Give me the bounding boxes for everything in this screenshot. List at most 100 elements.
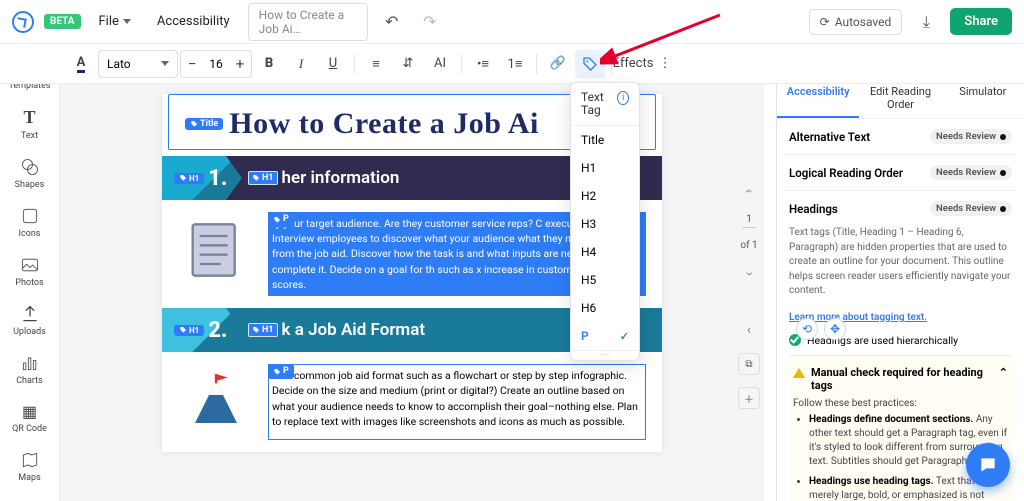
move-handle[interactable]: ✥ xyxy=(824,318,846,340)
warning-icon xyxy=(793,368,805,378)
tab-reading-order[interactable]: Edit Reading Order xyxy=(859,79,941,118)
photos-icon xyxy=(20,255,40,275)
bullet-list-button[interactable]: •≡ xyxy=(468,50,498,78)
copy-page-button[interactable]: ⧉ xyxy=(738,353,760,375)
tag-option-p[interactable]: P xyxy=(571,322,639,350)
nav-label: Charts xyxy=(16,376,43,386)
shapes-icon xyxy=(20,157,40,177)
nav-qrcode[interactable]: ▦QR Code xyxy=(0,394,59,442)
tag-option-title[interactable]: Title xyxy=(571,126,639,154)
bullet-strong: Headings use heading tags. xyxy=(809,476,934,487)
file-menu[interactable]: File xyxy=(91,8,139,35)
step1-number: H11. xyxy=(162,156,242,200)
step1-illustration xyxy=(178,212,254,288)
tag-option-h2[interactable]: H2 xyxy=(571,182,639,210)
step2-text: se a common job aid format such as a flo… xyxy=(272,369,638,428)
letter-spacing-button[interactable]: AI xyxy=(425,50,455,78)
accessibility-menu[interactable]: Accessibility xyxy=(149,8,238,35)
tag-pill-h1: H1 xyxy=(248,323,278,337)
link-button[interactable]: 🔗 xyxy=(543,50,573,78)
tag-pill-h1: H1 xyxy=(174,325,204,336)
canvas-area[interactable]: Title How to Create a Job Ai H11. H1her … xyxy=(60,84,764,501)
tag-option-h4[interactable]: H4 xyxy=(571,238,639,266)
step1-title[interactable]: H1her information xyxy=(248,168,399,188)
nav-uploads[interactable]: Uploads xyxy=(0,296,59,345)
info-icon[interactable]: i xyxy=(617,91,629,105)
share-button[interactable]: Share xyxy=(950,8,1012,35)
undo-button[interactable]: ↶ xyxy=(378,8,406,36)
numbered-list-button[interactable]: 1≡ xyxy=(500,50,530,78)
chat-button[interactable] xyxy=(966,443,1010,487)
bold-button[interactable]: B xyxy=(254,50,284,78)
tag-option-h3[interactable]: H3 xyxy=(571,210,639,238)
nav-charts[interactable]: Charts xyxy=(0,345,59,394)
font-family-select[interactable]: Lato xyxy=(98,50,178,78)
add-page-button[interactable]: ＋ xyxy=(738,387,760,409)
text-icon: T xyxy=(23,107,35,128)
step2-illustration xyxy=(178,364,254,440)
status-needs-review: Needs Review xyxy=(930,165,1012,180)
app-logo[interactable] xyxy=(12,11,34,33)
text-color-button[interactable]: A xyxy=(66,50,96,78)
doc-title-text[interactable]: How to Create a Job Ai xyxy=(229,107,539,141)
line-spacing-button[interactable]: ⇵ xyxy=(393,50,423,78)
font-size-group: − 16 + xyxy=(180,50,252,78)
row-alt-text[interactable]: Alternative Text Needs Review xyxy=(785,119,1016,155)
collapse-rail[interactable] xyxy=(738,319,760,341)
page-up[interactable] xyxy=(738,180,760,202)
tag-option-h1[interactable]: H1 xyxy=(571,154,639,182)
underline-button[interactable]: U xyxy=(318,50,348,78)
step2-number: H12. xyxy=(162,308,242,352)
italic-button[interactable]: I xyxy=(286,50,316,78)
document-name-input[interactable]: How to Create a Job Ai… xyxy=(248,3,368,41)
document-icon xyxy=(181,215,251,285)
nav-icons[interactable]: Icons xyxy=(0,198,59,247)
nav-photos[interactable]: Photos xyxy=(0,247,59,296)
page-down[interactable] xyxy=(738,263,760,285)
tab-simulator[interactable]: Simulator xyxy=(942,79,1024,118)
tag-pill-title: Title xyxy=(185,118,223,130)
align-button[interactable]: ≡ xyxy=(361,50,391,78)
headings-description: Text tags (Title, Heading 1 – Heading 6,… xyxy=(789,226,1012,299)
autosave-status: ⟳Autosaved xyxy=(809,9,903,35)
selection-float-controls: ⟲ ✥ xyxy=(796,318,846,340)
autosave-label: Autosaved xyxy=(835,15,892,29)
dropdown-resize-handle[interactable]: ⋯ xyxy=(571,350,639,360)
step2-title[interactable]: H1k a Job Aid Format xyxy=(248,320,425,340)
font-family-label: Lato xyxy=(107,57,131,71)
row-reading-order[interactable]: Logical Reading Order Needs Review xyxy=(785,155,1016,191)
tag-pill-h1: H1 xyxy=(248,171,278,185)
nav-label: Shapes xyxy=(15,180,45,190)
tag-option-h5[interactable]: H5 xyxy=(571,266,639,294)
tag-pill-h1: H1 xyxy=(174,173,204,184)
download-button[interactable]: ⤓ xyxy=(912,8,940,36)
font-size-value[interactable]: 16 xyxy=(203,57,229,71)
step2-body: P se a common job aid format such as a f… xyxy=(162,352,662,452)
step2-paragraph[interactable]: P se a common job aid format such as a f… xyxy=(268,364,646,440)
redo-button[interactable]: ↷ xyxy=(416,8,444,36)
row-label: Logical Reading Order xyxy=(789,166,903,180)
collapse-warning[interactable]: ⌃ xyxy=(999,366,1008,379)
row-label: Headings xyxy=(789,202,838,216)
text-tag-dropdown: Text Tag i Title H1 H2 H3 H4 H5 H6 P ⋯ xyxy=(570,82,640,361)
status-needs-review: Needs Review xyxy=(930,201,1012,216)
dropdown-header: Text Tag i xyxy=(571,83,639,126)
qr-icon: ▦ xyxy=(22,402,37,421)
bullet-strong: Headings define document sections. xyxy=(809,414,973,425)
warning-title: Manual check required for heading tags xyxy=(811,366,993,392)
font-size-decrease[interactable]: − xyxy=(181,50,203,78)
file-label: File xyxy=(99,14,119,29)
dropdown-title: Text Tag xyxy=(581,91,617,117)
font-size-increase[interactable]: + xyxy=(229,50,251,78)
refresh-handle[interactable]: ⟲ xyxy=(796,318,818,340)
page-navigation-rail: 1 of 1 ⧉ ＋ xyxy=(734,180,764,409)
nav-shapes[interactable]: Shapes xyxy=(0,149,59,198)
tag-option-h6[interactable]: H6 xyxy=(571,294,639,322)
beta-badge: BETA xyxy=(44,14,81,29)
tag-pill-p: P xyxy=(268,364,294,379)
nav-maps[interactable]: Maps xyxy=(0,442,59,491)
tab-accessibility[interactable]: Accessibility xyxy=(777,79,859,118)
nav-text[interactable]: TText xyxy=(0,99,59,149)
chevron-down-icon xyxy=(161,61,169,66)
chevron-down-icon xyxy=(123,19,131,24)
